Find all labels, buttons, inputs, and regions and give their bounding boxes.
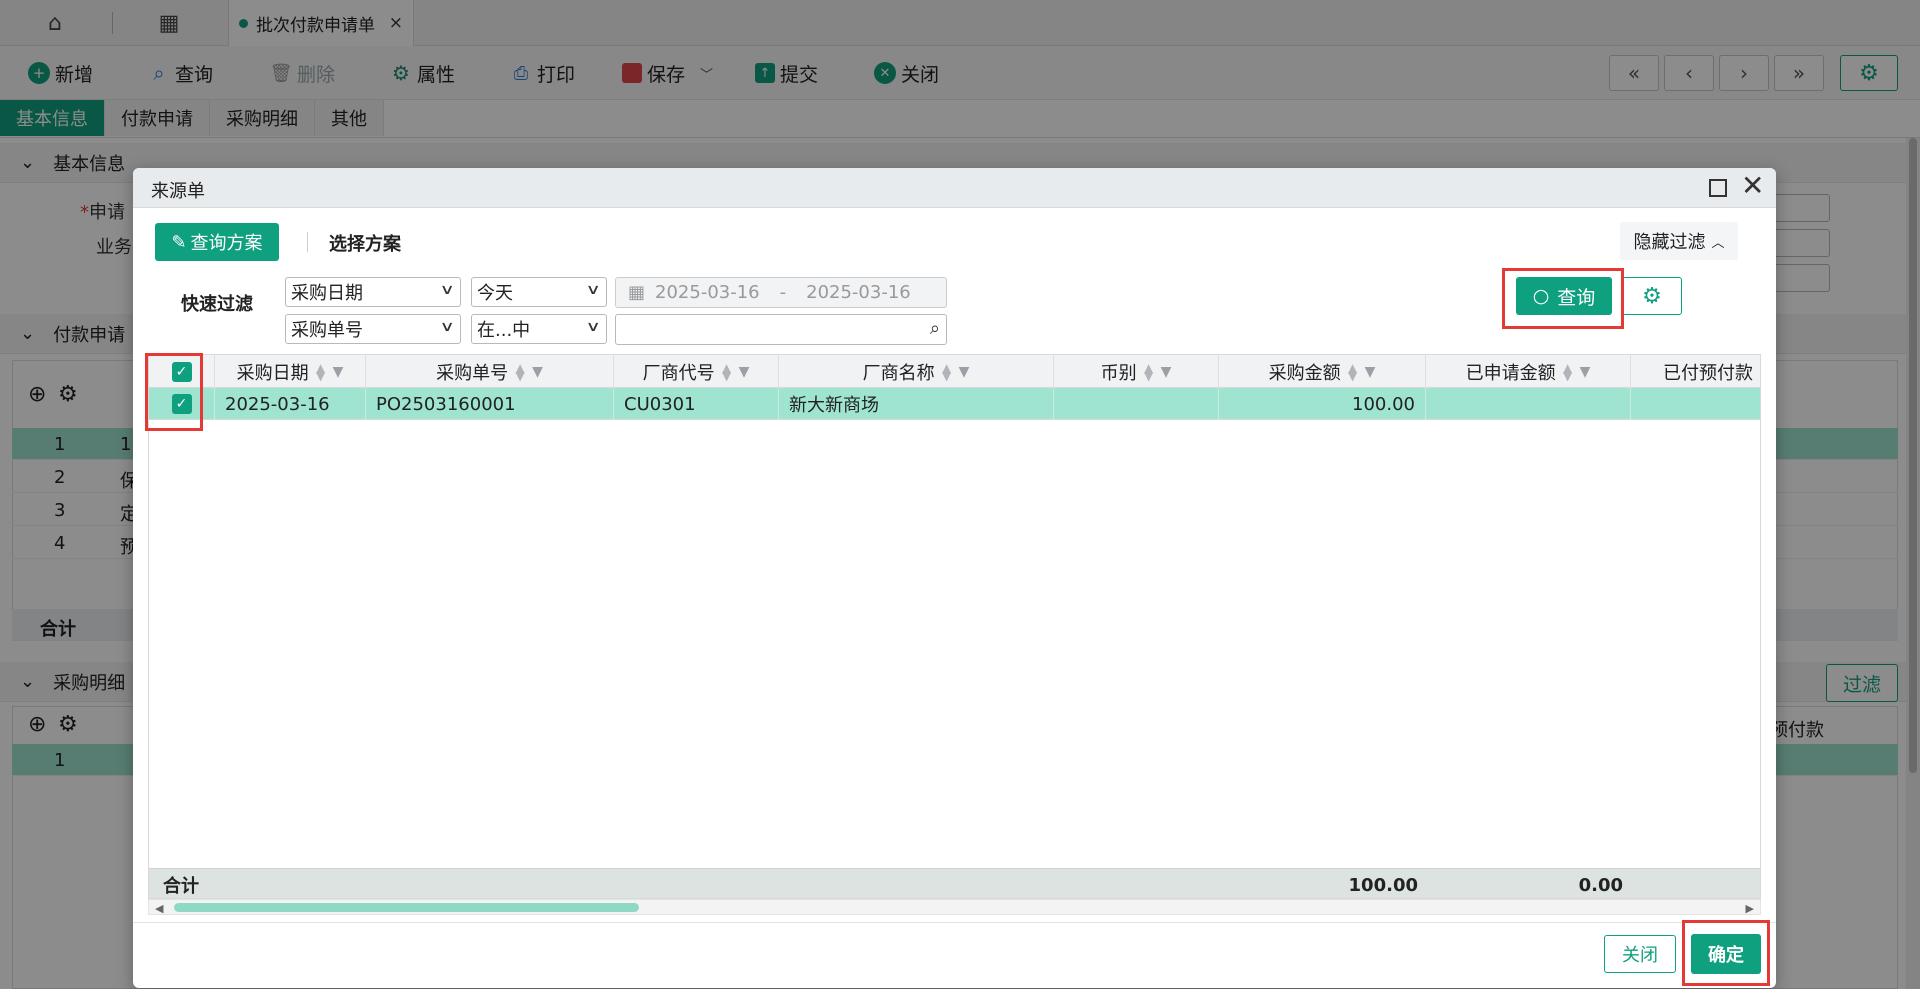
column-label: 厂商代号: [642, 362, 715, 384]
divider: [307, 232, 308, 252]
col-purchase-amount[interactable]: 采购金额 ▲ ▼ ▼: [1219, 355, 1426, 388]
col-currency[interactable]: 币别 ▲ ▼ ▼: [1054, 355, 1219, 388]
cell-prepaid: [1631, 388, 1760, 420]
highlight-confirm-button: [1682, 920, 1770, 986]
divider: [133, 922, 1776, 923]
filter-value-input[interactable]: ⌕: [615, 314, 947, 345]
cell-po-number: PO2503160001: [366, 388, 614, 420]
cell-vendor-name: 新大新商场: [779, 388, 1054, 420]
chevron-down-icon: ∨: [439, 319, 455, 335]
filter-funnel-icon[interactable]: ▼: [959, 364, 970, 380]
sort-icon[interactable]: ▲ ▼: [1562, 362, 1574, 382]
filter-field-select-2[interactable]: 采购单号 ∨: [285, 314, 461, 344]
filter-operator-value: 今天: [477, 283, 513, 304]
close-icon[interactable]: ✕: [1741, 171, 1764, 201]
column-label: 币别: [1100, 362, 1137, 384]
cell-currency: [1054, 388, 1219, 420]
filter-funnel-icon[interactable]: ▼: [1580, 364, 1591, 380]
footer-total-label: 合计: [163, 876, 199, 897]
filter-funnel-icon[interactable]: ▼: [739, 364, 750, 380]
cell-applied: [1426, 388, 1631, 420]
chevron-down-icon: ∨: [585, 319, 601, 335]
source-document-dialog: 来源单 ✕ ✎ 查询方案 选择方案 隐藏过滤 ︿ 快速过滤 采购日期 ∨ 今天 …: [133, 168, 1776, 988]
hide-filter-label: 隐藏过滤: [1633, 232, 1706, 253]
select-scheme-label[interactable]: 选择方案: [329, 230, 401, 256]
highlight-checkboxes: [145, 353, 203, 431]
filter-operator-select-2[interactable]: 在...中 ∨: [471, 314, 607, 344]
hide-filter-button[interactable]: 隐藏过滤 ︿: [1620, 222, 1738, 260]
column-label: 采购单号: [436, 362, 509, 384]
search-icon[interactable]: ⌕: [930, 318, 940, 339]
scroll-left-icon[interactable]: ◀: [155, 902, 163, 915]
chevron-up-icon: ︿: [1711, 235, 1725, 251]
date-range-input[interactable]: ▦ 2025-03-16 - 2025-03-16: [615, 277, 947, 308]
col-purchase-date[interactable]: 采购日期 ▲ ▼ ▼: [215, 355, 366, 388]
cell-date: 2025-03-16: [215, 388, 366, 420]
highlight-query-button: [1502, 268, 1624, 329]
magic-wand-icon: ✎: [171, 231, 187, 253]
source-table: ✓ 采购日期 ▲ ▼ ▼ 采购单号 ▲ ▼ ▼ 厂商代号 ▲ ▼ ▼ 厂商名称 ▲ ▼ ▼ 币别…: [148, 354, 1761, 899]
filter-field-value: 采购单号: [291, 320, 363, 341]
maximize-icon[interactable]: [1709, 179, 1727, 197]
date-to: 2025-03-16: [806, 282, 911, 303]
chevron-down-icon: ∨: [439, 282, 455, 298]
footer-applied-total: 0.00: [1578, 874, 1623, 896]
dialog-close-button[interactable]: 关闭: [1604, 935, 1676, 973]
filter-field-select-1[interactable]: 采购日期 ∨: [285, 277, 461, 307]
table-footer: 合计 100.00 0.00: [149, 868, 1760, 898]
filter-operator-select-1[interactable]: 今天 ∨: [471, 277, 607, 307]
chevron-down-icon: ∨: [585, 282, 601, 298]
query-scheme-button[interactable]: ✎ 查询方案: [155, 223, 279, 261]
col-prepaid[interactable]: 已付预付款: [1631, 355, 1760, 388]
column-label: 采购日期: [236, 362, 309, 384]
col-applied-amount[interactable]: 已申请金额 ▲ ▼ ▼: [1426, 355, 1631, 388]
date-from: 2025-03-16: [655, 282, 760, 303]
col-vendor-name[interactable]: 厂商名称 ▲ ▼ ▼: [779, 355, 1054, 388]
col-po-number[interactable]: 采购单号 ▲ ▼ ▼: [366, 355, 614, 388]
filter-funnel-icon[interactable]: ▼: [1161, 364, 1172, 380]
column-label: 已申请金额: [1465, 362, 1556, 384]
column-label: 已付预付款: [1663, 362, 1753, 384]
sort-icon[interactable]: ▲ ▼: [1143, 362, 1155, 382]
filter-operator-value: 在...中: [477, 320, 531, 341]
col-vendor-code[interactable]: 厂商代号 ▲ ▼ ▼: [614, 355, 779, 388]
filter-funnel-icon[interactable]: ▼: [333, 364, 344, 380]
scroll-right-icon[interactable]: ▶: [1746, 902, 1754, 915]
sort-icon[interactable]: ▲ ▼: [315, 362, 327, 382]
sort-icon[interactable]: ▲ ▼: [1347, 362, 1359, 382]
calendar-icon: ▦: [628, 282, 646, 303]
sort-icon[interactable]: ▲ ▼: [941, 362, 953, 382]
filter-funnel-icon[interactable]: ▼: [532, 364, 543, 380]
column-label: 厂商名称: [862, 362, 935, 384]
table-row[interactable]: ✓ 2025-03-16 PO2503160001 CU0301 新大新商场 1…: [149, 388, 1760, 420]
cell-amount: 100.00: [1219, 388, 1426, 420]
sort-icon[interactable]: ▲ ▼: [721, 362, 733, 382]
query-settings-gear-icon[interactable]: ⚙: [1622, 277, 1682, 315]
footer-amount-total: 100.00: [1348, 874, 1418, 896]
dialog-title-bar: 来源单 ✕: [133, 168, 1776, 208]
table-header: ✓ 采购日期 ▲ ▼ ▼ 采购单号 ▲ ▼ ▼ 厂商代号 ▲ ▼ ▼ 厂商名称 ▲ ▼ ▼ 币别…: [149, 355, 1760, 388]
sort-icon[interactable]: ▲ ▼: [514, 362, 526, 382]
date-separator: -: [779, 282, 787, 303]
cell-vendor-code: CU0301: [614, 388, 779, 420]
filter-funnel-icon[interactable]: ▼: [1365, 364, 1376, 380]
query-scheme-label: 查询方案: [190, 233, 263, 254]
dialog-title: 来源单: [151, 181, 205, 202]
scroll-thumb[interactable]: [174, 903, 639, 912]
horizontal-scrollbar[interactable]: ◀ ▶: [148, 899, 1761, 915]
filter-field-value: 采购日期: [291, 283, 363, 304]
column-label: 采购金额: [1268, 362, 1341, 384]
quick-filter-label: 快速过滤: [181, 294, 253, 315]
